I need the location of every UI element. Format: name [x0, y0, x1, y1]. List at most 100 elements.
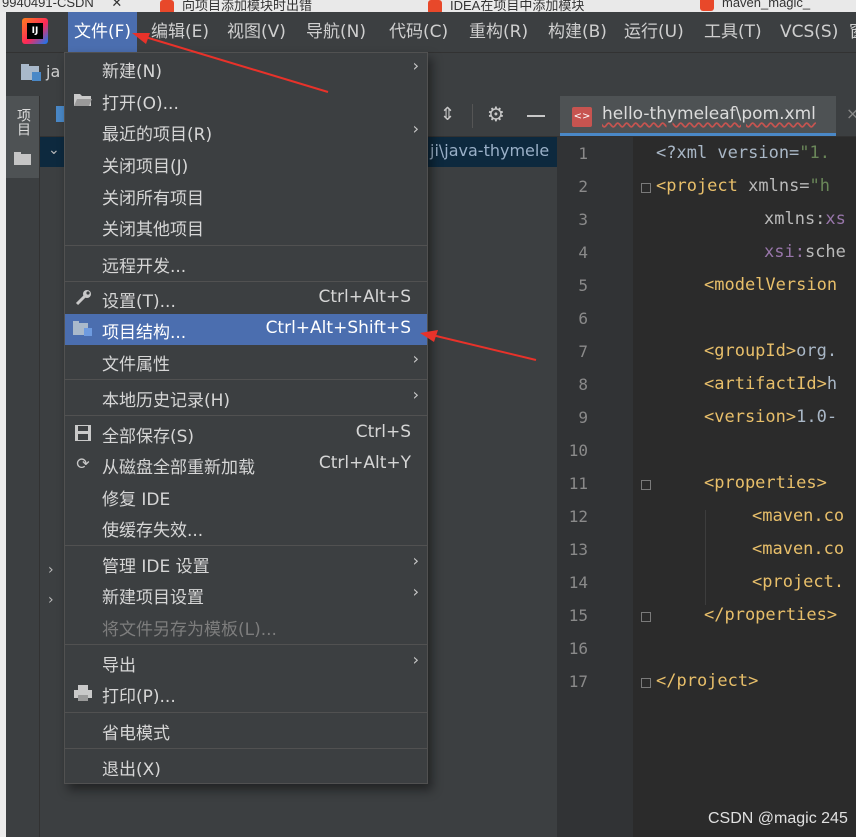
menu-item-manage-ide-settings[interactable]: 管理 IDE 设置 ›: [65, 548, 427, 579]
code-token: </project>: [656, 671, 759, 691]
menu-separator: [65, 644, 427, 645]
code-line-15: </properties>: [704, 605, 837, 625]
menu-item-repair-ide[interactable]: 修复 IDE: [65, 481, 427, 512]
code-line-2: <project xmlns="h: [656, 176, 830, 196]
fold-marker[interactable]: [641, 183, 651, 193]
menu-separator: [65, 245, 427, 246]
code-line-5: <modelVersion: [704, 275, 837, 295]
menu-item-close-other-projects[interactable]: 关闭其他项目: [65, 211, 427, 242]
menu-item-settings[interactable]: 设置(T)... Ctrl+Alt+S: [65, 283, 427, 314]
chevron-right-icon: ›: [412, 650, 419, 669]
menu-item-file-properties[interactable]: 文件属性 ›: [65, 346, 427, 377]
nav-project-label[interactable]: ja: [46, 62, 60, 81]
indent-guide: [705, 510, 706, 605]
menu-tools[interactable]: 工具(T): [698, 12, 768, 52]
refresh-icon: ⟳: [76, 454, 90, 473]
fold-marker[interactable]: [641, 678, 651, 688]
intellij-logo-icon[interactable]: IJ: [22, 18, 48, 44]
menu-item-label: 省电模式: [102, 724, 170, 744]
code-token: xs: [825, 209, 846, 229]
code-line-4: xsi:sche: [764, 242, 846, 262]
chevron-right-icon: ›: [412, 385, 419, 404]
chevron-right-icon: ›: [412, 551, 419, 570]
browser-tab[interactable]: 9940491-CSDN ✕: [2, 0, 122, 12]
minimize-icon[interactable]: [527, 115, 545, 117]
chevron-right-icon[interactable]: ›: [48, 562, 54, 578]
line-number: 11: [568, 474, 588, 493]
menu-refactor[interactable]: 重构(R): [463, 12, 534, 52]
menu-item-label: 文件属性: [102, 355, 170, 375]
menu-item-power-save-mode[interactable]: 省电模式: [65, 715, 427, 746]
menu-item-label: 关闭项目(J): [102, 157, 189, 177]
menu-run[interactable]: 运行(U): [618, 12, 690, 52]
close-icon[interactable]: ×: [846, 104, 856, 123]
menu-item-shortcut: Ctrl+Alt+Y: [318, 453, 411, 473]
menu-item-save-as-template: 将文件另存为模板(L)...: [65, 611, 427, 642]
browser-tab-title: IDEA在项目中添加模块: [450, 0, 585, 12]
browser-tab[interactable]: IDEA在项目中添加模块: [428, 0, 584, 12]
menu-window[interactable]: 窗: [843, 12, 856, 52]
csdn-icon: [428, 0, 442, 12]
menu-item-label: 远程开发...: [102, 257, 187, 277]
menu-item-export[interactable]: 导出 ›: [65, 647, 427, 678]
folder-icon: [14, 150, 32, 169]
menu-item-invalidate-caches[interactable]: 使缓存失效...: [65, 512, 427, 543]
menu-item-shortcut: Ctrl+S: [355, 422, 411, 442]
chevron-right-icon[interactable]: ›: [48, 592, 54, 608]
menu-item-recent-projects[interactable]: 最近的项目(R) ›: [65, 116, 427, 147]
line-number: 2: [578, 177, 588, 196]
code-line-12: <maven.co: [752, 506, 844, 526]
menu-file[interactable]: 文件(F): [68, 12, 138, 52]
menu-item-label: 关闭其他项目: [102, 220, 204, 240]
fold-marker[interactable]: [641, 480, 651, 490]
line-number: 17: [568, 672, 588, 691]
browser-tab[interactable]: maven_magic_: [700, 0, 810, 12]
menu-item-label: 最近的项目(R): [102, 125, 213, 145]
menu-vcs[interactable]: VCS(S): [774, 12, 844, 52]
chevron-down-icon[interactable]: ⌄: [48, 142, 60, 158]
menu-item-open[interactable]: 打开(O)...: [65, 85, 427, 116]
menu-item-project-structure[interactable]: 项目结构... Ctrl+Alt+Shift+S: [65, 314, 427, 345]
menu-item-close-all-projects[interactable]: 关闭所有项目: [65, 180, 427, 211]
line-number: 3: [578, 210, 588, 229]
code-token: xmlns:: [764, 209, 826, 229]
code-line-3: xmlns:xs: [764, 209, 846, 229]
csdn-icon: [700, 0, 714, 11]
code-token: <groupId>: [704, 341, 797, 361]
browser-tab[interactable]: 向项目添加模块时出错: [160, 0, 312, 12]
line-number: 14: [568, 573, 588, 592]
menu-edit[interactable]: 编辑(E): [145, 12, 215, 52]
code-token: sche: [804, 242, 846, 262]
menu-item-print[interactable]: 打印(P)...: [65, 678, 427, 709]
menu-build[interactable]: 构建(B): [542, 12, 613, 52]
line-number: 6: [578, 309, 588, 328]
menu-code[interactable]: 代码(C): [383, 12, 454, 52]
code-line-11: <properties>: [704, 473, 827, 493]
menu-item-exit[interactable]: 退出(X): [65, 751, 427, 782]
code-line-7: <groupId>org.: [704, 341, 837, 361]
menu-item-new-project-settings[interactable]: 新建项目设置 ›: [65, 579, 427, 610]
code-token: xmlns=: [748, 176, 810, 196]
menu-item-new[interactable]: 新建(N) ›: [65, 53, 427, 84]
collapse-all-icon[interactable]: ⇕: [440, 104, 455, 125]
gear-icon[interactable]: ⚙: [487, 102, 505, 126]
line-number: 8: [578, 375, 588, 394]
save-icon: [73, 424, 93, 442]
menu-item-reload-all[interactable]: ⟳ 从磁盘全部重新加载 Ctrl+Alt+Y: [65, 449, 427, 480]
menu-item-label: 全部保存(S): [102, 427, 195, 447]
menu-item-label: 新建项目设置: [102, 588, 204, 608]
line-number: 9: [578, 408, 588, 427]
menu-item-shortcut: Ctrl+Alt+Shift+S: [265, 318, 411, 338]
menu-navigate[interactable]: 导航(N): [300, 12, 372, 52]
menu-item-close-project[interactable]: 关闭项目(J): [65, 148, 427, 179]
menu-item-save-all[interactable]: 全部保存(S) Ctrl+S: [65, 418, 427, 449]
menu-separator: [65, 545, 427, 546]
wrench-icon: [73, 289, 93, 307]
menu-item-label: 将文件另存为模板(L)...: [102, 620, 277, 640]
menu-view[interactable]: 视图(V): [221, 12, 292, 52]
menu-item-label: 管理 IDE 设置: [102, 557, 210, 577]
fold-marker[interactable]: [641, 612, 651, 622]
menu-item-local-history[interactable]: 本地历史记录(H) ›: [65, 382, 427, 413]
menu-item-remote-development[interactable]: 远程开发...: [65, 248, 427, 279]
code-token: <modelVersion: [704, 275, 838, 295]
